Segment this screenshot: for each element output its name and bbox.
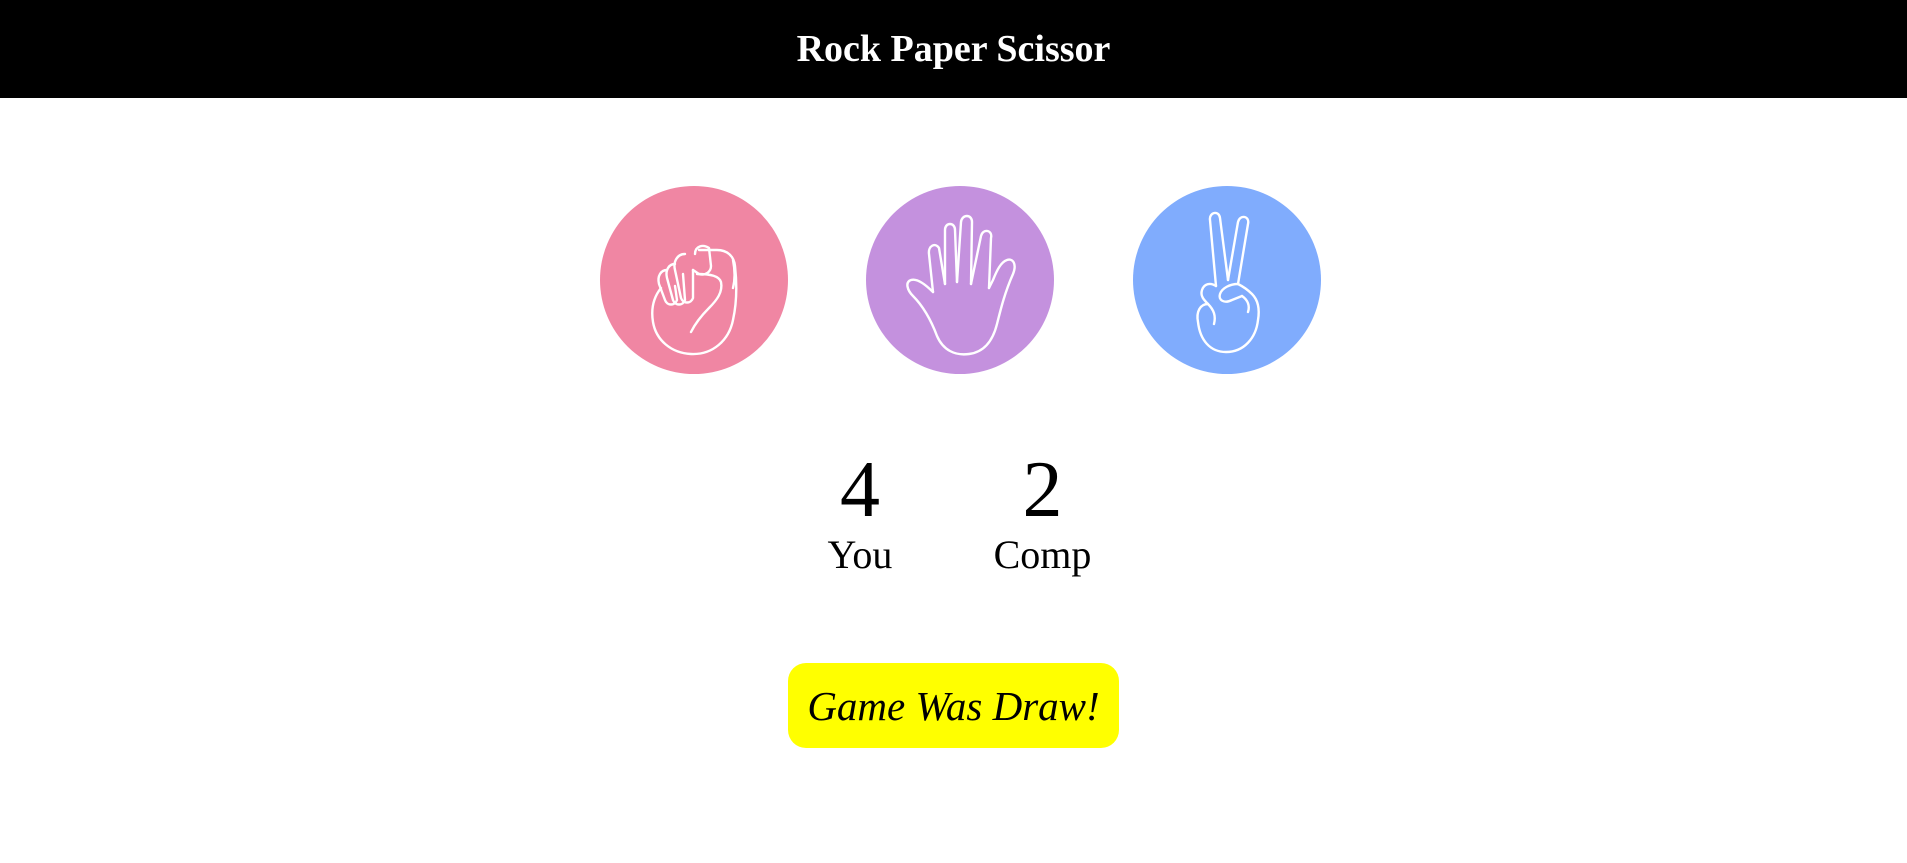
comp-score-panel: 2 Comp bbox=[980, 448, 1105, 578]
page-title: Rock Paper Scissor bbox=[796, 28, 1111, 70]
scissors-choice-button[interactable] bbox=[1133, 186, 1321, 374]
user-score-panel: 4 You bbox=[810, 448, 910, 578]
comp-score-value: 2 bbox=[1022, 446, 1063, 534]
result-message: Game Was Draw! bbox=[788, 663, 1119, 748]
comp-score-label: Comp bbox=[993, 532, 1092, 577]
choices-row bbox=[0, 186, 1907, 376]
user-score-label: You bbox=[827, 532, 893, 577]
peace-hand-icon bbox=[1196, 211, 1260, 354]
rock-choice-button[interactable] bbox=[600, 186, 788, 374]
message-container: Game Was Draw! bbox=[0, 663, 1907, 748]
header-bar: Rock Paper Scissor bbox=[0, 0, 1907, 98]
open-hand-icon bbox=[906, 214, 1016, 356]
paper-choice-button[interactable] bbox=[866, 186, 1054, 374]
fist-icon bbox=[651, 244, 738, 356]
user-score-value: 4 bbox=[840, 446, 880, 534]
